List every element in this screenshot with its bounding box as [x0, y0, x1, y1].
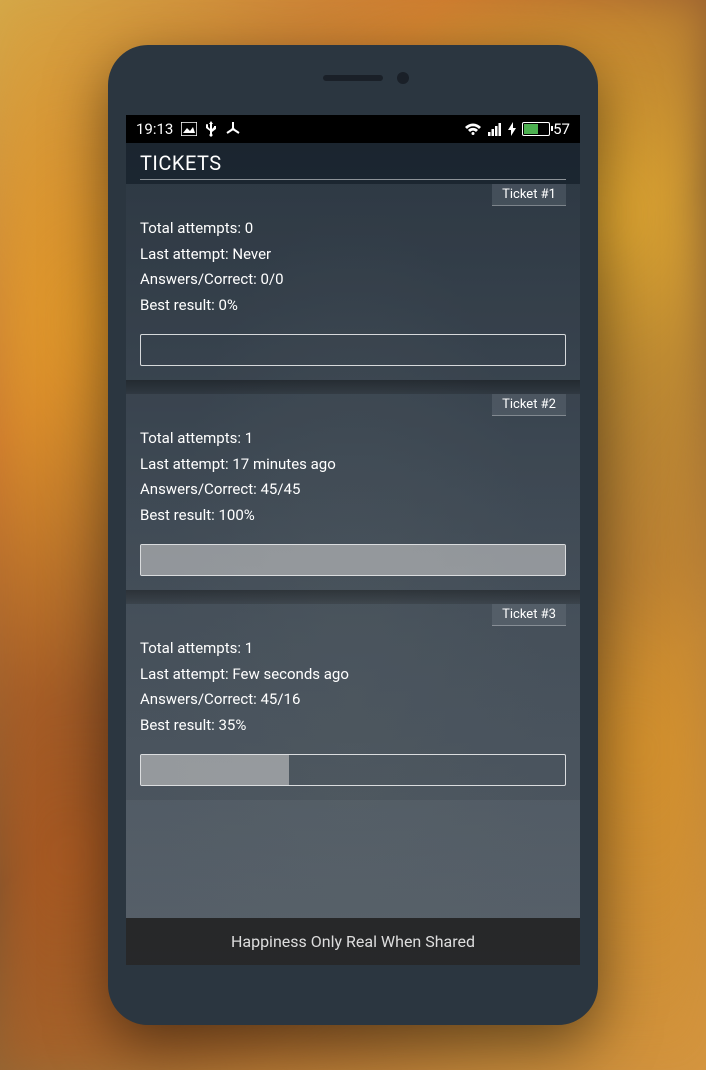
- ticket-total-attempts: Total attempts: 1: [140, 426, 566, 452]
- progress-fill: [141, 755, 289, 785]
- ticket-answers-correct: Answers/Correct: 45/45: [140, 477, 566, 503]
- charging-icon: [508, 122, 516, 136]
- ticket-best-result: Best result: 0%: [140, 293, 566, 319]
- fan-icon: [225, 121, 241, 137]
- ticket-badge: Ticket #3: [492, 604, 566, 626]
- ticket-last-attempt: Last attempt: 17 minutes ago: [140, 452, 566, 478]
- phone-frame: 19:13: [108, 45, 598, 1025]
- banner-text: Happiness Only Real When Shared: [231, 932, 475, 951]
- divider: [126, 590, 580, 604]
- signal-icon: [488, 122, 502, 136]
- ticket-total-attempts: Total attempts: 1: [140, 636, 566, 662]
- battery-level: 57: [553, 120, 570, 138]
- divider: [126, 380, 580, 394]
- ticket-badge: Ticket #2: [492, 394, 566, 416]
- ticket-badge: Ticket #1: [492, 184, 566, 206]
- ticket-best-result: Best result: 100%: [140, 503, 566, 529]
- ticket-answers-correct: Answers/Correct: 0/0: [140, 267, 566, 293]
- page-title: TICKETS: [140, 151, 566, 180]
- ticket-last-attempt: Last attempt: Few seconds ago: [140, 662, 566, 688]
- ticket-best-result: Best result: 35%: [140, 713, 566, 739]
- ticket-card[interactable]: Ticket #1 Total attempts: 0 Last attempt…: [126, 184, 580, 380]
- usb-icon: [205, 121, 217, 137]
- bottom-banner[interactable]: Happiness Only Real When Shared: [126, 918, 580, 965]
- battery-indicator: 57: [522, 120, 570, 138]
- wifi-icon: [464, 122, 482, 136]
- ticket-card[interactable]: Ticket #2 Total attempts: 1 Last attempt…: [126, 394, 580, 590]
- ticket-card[interactable]: Ticket #3 Total attempts: 1 Last attempt…: [126, 604, 580, 800]
- progress-fill: [141, 545, 565, 575]
- app-header: TICKETS: [126, 143, 580, 184]
- progress-bar: [140, 544, 566, 576]
- ticket-last-attempt: Last attempt: Never: [140, 242, 566, 268]
- status-bar: 19:13: [126, 115, 580, 143]
- app-screen: 19:13: [126, 115, 580, 965]
- image-icon: [181, 122, 197, 136]
- ticket-total-attempts: Total attempts: 0: [140, 216, 566, 242]
- phone-camera: [397, 72, 409, 84]
- progress-bar: [140, 334, 566, 366]
- progress-bar: [140, 754, 566, 786]
- status-time: 19:13: [136, 120, 173, 138]
- tickets-list[interactable]: Ticket #1 Total attempts: 0 Last attempt…: [126, 184, 580, 964]
- phone-speaker: [323, 75, 383, 81]
- ticket-answers-correct: Answers/Correct: 45/16: [140, 687, 566, 713]
